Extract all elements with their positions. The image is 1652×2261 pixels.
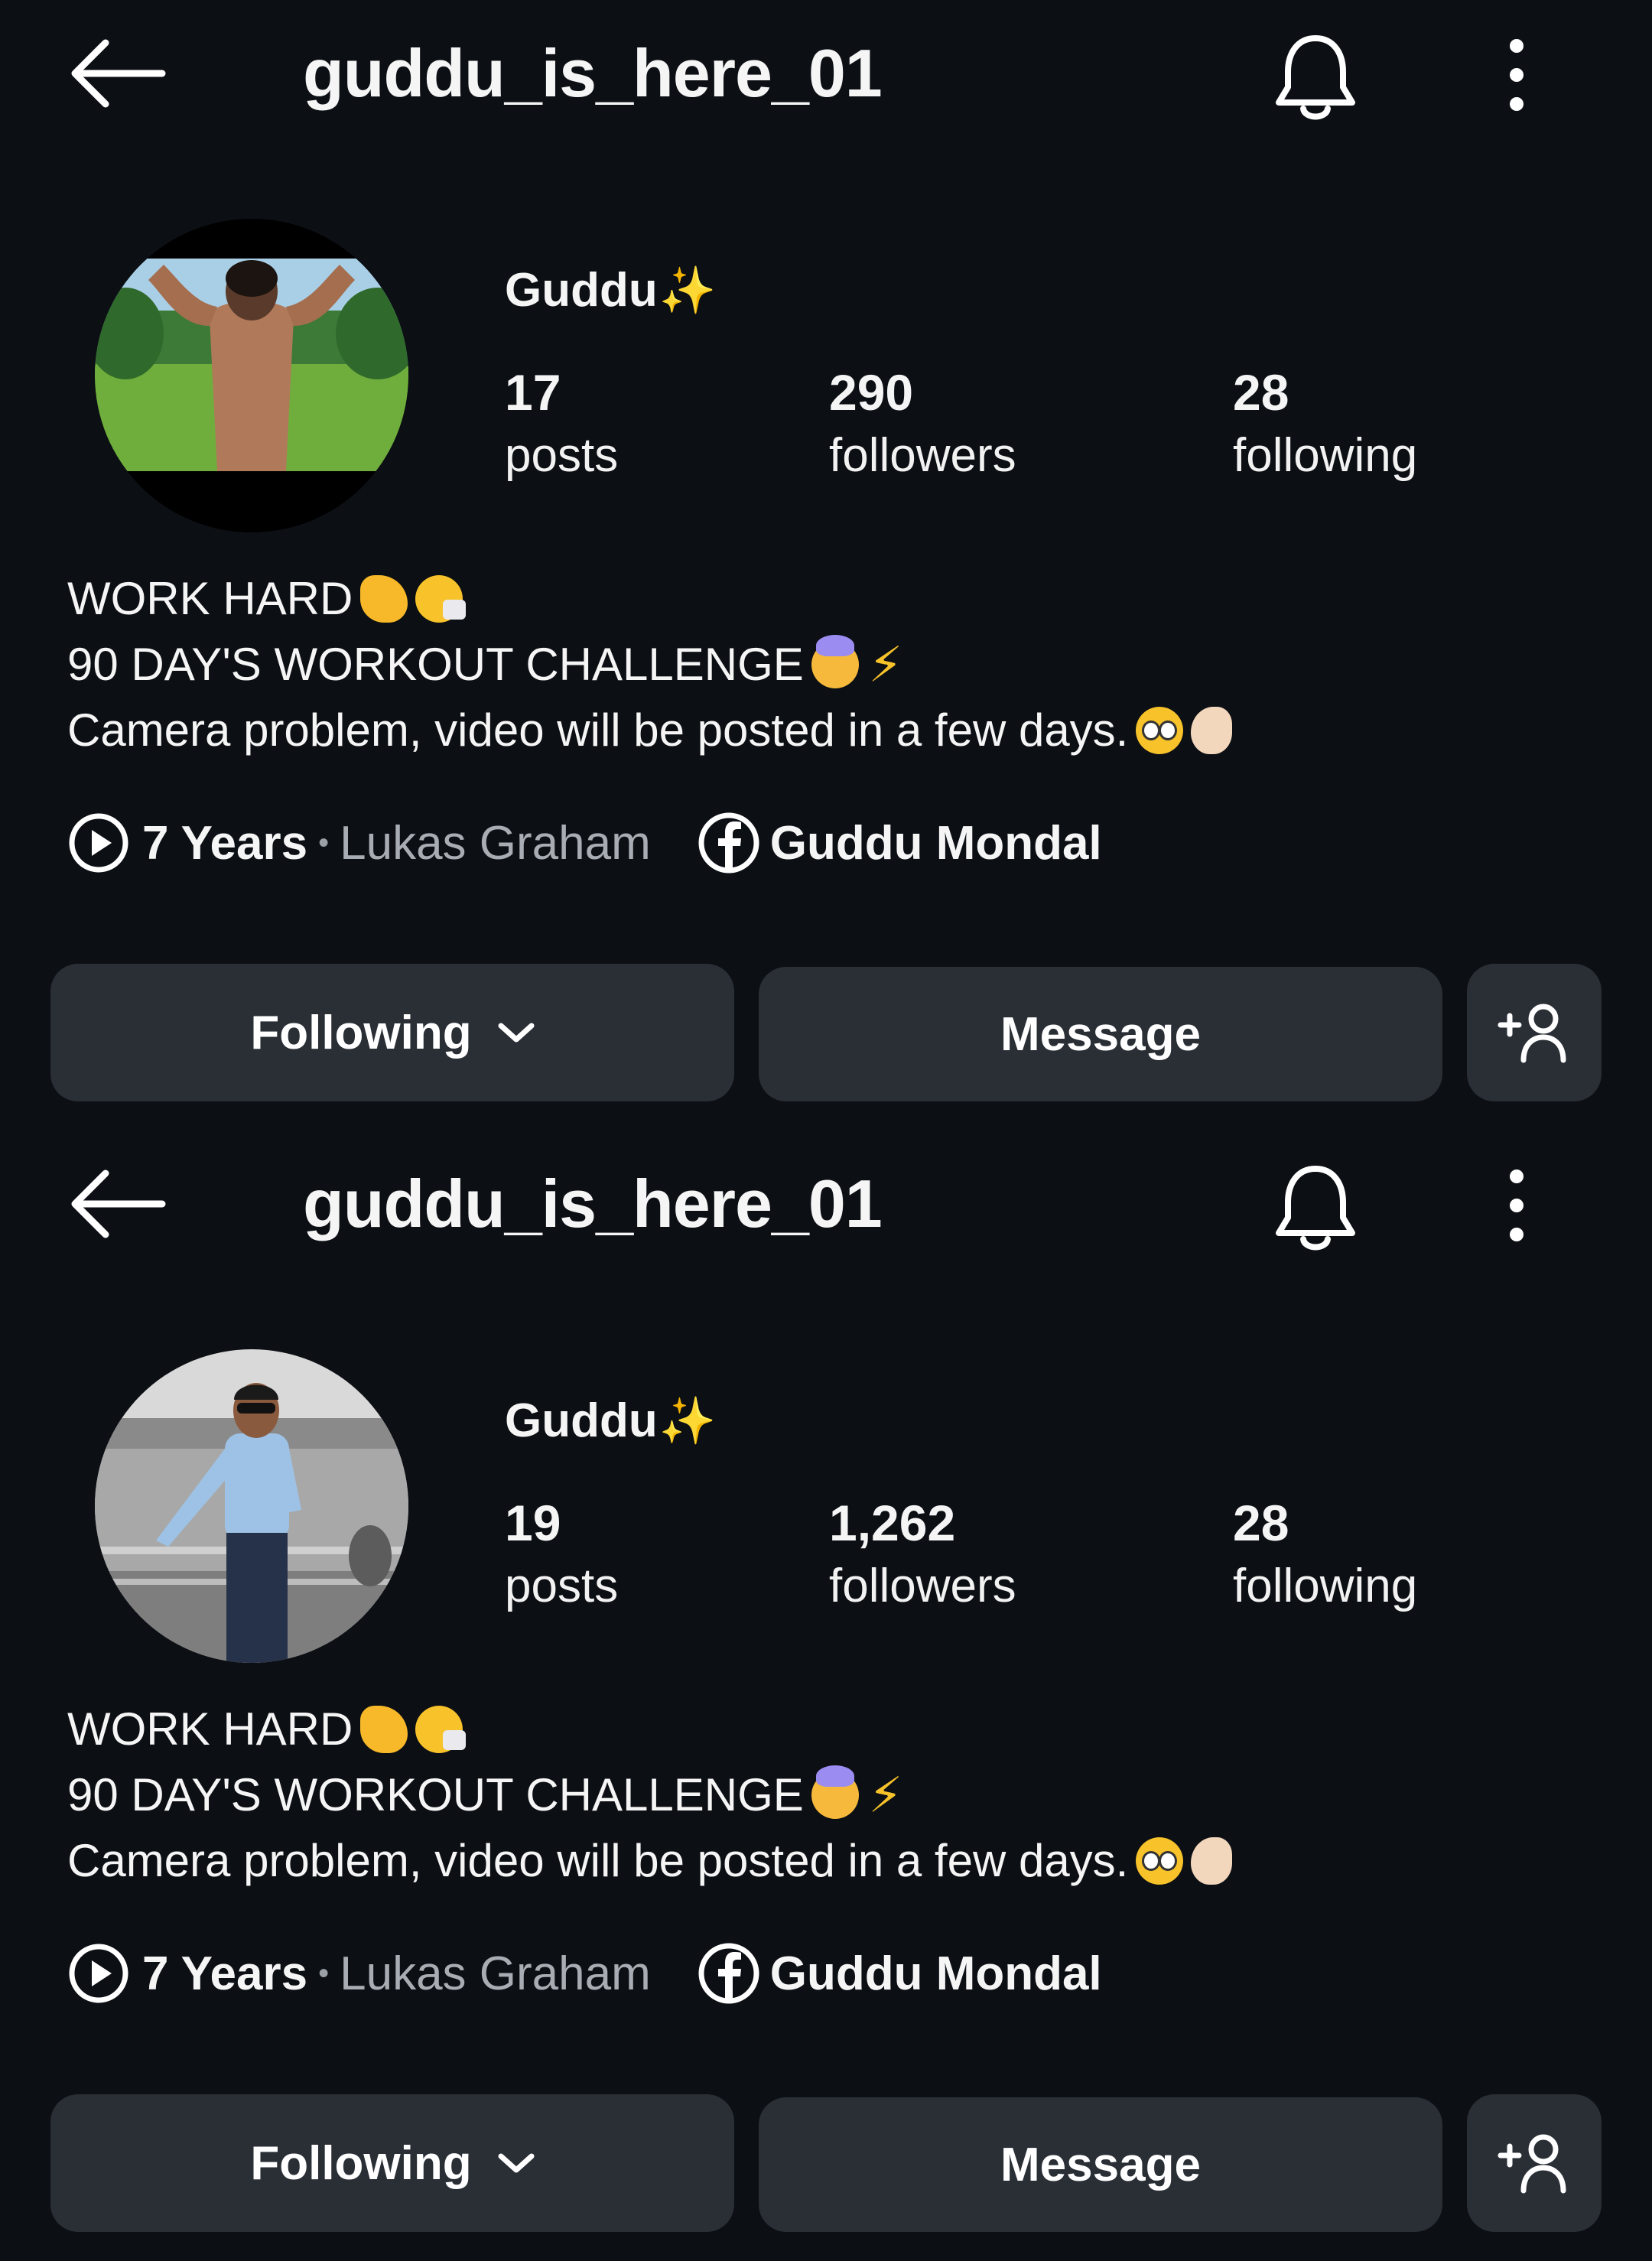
bio-line: WORK HARD [67, 573, 353, 624]
music-song[interactable]: 7 Years [142, 1947, 307, 2001]
display-name: Guddu✨ [505, 1394, 717, 1447]
followers-count[interactable]: 1,262 followers [829, 1490, 1016, 1617]
pinching-hand-emoji [1191, 707, 1233, 754]
separator: • [318, 825, 330, 860]
sparkle-emoji: ✨ [659, 1395, 717, 1446]
bio-line: 90 DAY'S WORKOUT CHALLENGE [67, 1769, 804, 1820]
facebook-link[interactable]: Guddu Mondal [770, 816, 1102, 870]
facebook-link[interactable]: Guddu Mondal [770, 1947, 1102, 2001]
bio-line: 90 DAY'S WORKOUT CHALLENGE [67, 639, 804, 690]
profile-photo [95, 1349, 408, 1663]
profile-photo [95, 219, 408, 532]
bio: WORK HARD 90 DAY'S WORKOUT CHALLENGE ⚡ Ca… [67, 1697, 1233, 1894]
avatar[interactable] [95, 219, 408, 532]
chevron-down-icon [498, 1023, 535, 1043]
back-arrow-icon[interactable] [67, 1166, 167, 1242]
posts-count[interactable]: 17 posts [505, 359, 618, 486]
bio-line: Camera problem, video will be posted in … [67, 1835, 1129, 1886]
play-icon[interactable] [67, 1942, 130, 2005]
lightning-emoji: ⚡ [868, 1768, 903, 1823]
message-button[interactable]: Message [759, 2097, 1442, 2232]
add-user-icon [1498, 1004, 1566, 1063]
display-name: Guddu✨ [505, 264, 717, 317]
profile-screen-1: guddu_is_here_01 Guddu✨ 17 posts 290 fol… [0, 0, 1652, 1130]
pleading-face-emoji [1136, 707, 1184, 754]
sneezing-face-emoji [415, 575, 467, 623]
more-options-icon[interactable] [1498, 37, 1536, 113]
username-title: guddu_is_here_01 [303, 1166, 883, 1241]
exploding-head-emoji [811, 1765, 859, 1819]
profile-links: 7 Years • Lukas Graham Guddu Mondal [67, 1943, 1102, 2004]
music-song[interactable]: 7 Years [142, 816, 307, 870]
bio-line: WORK HARD [67, 1703, 353, 1755]
play-icon[interactable] [67, 812, 130, 874]
followers-count[interactable]: 290 followers [829, 359, 1016, 486]
following-button[interactable]: Following [50, 2094, 734, 2232]
more-options-icon[interactable] [1498, 1167, 1536, 1244]
add-user-button[interactable] [1467, 2094, 1602, 2232]
separator: • [318, 1956, 330, 1990]
pleading-face-emoji [1136, 1837, 1184, 1885]
music-artist[interactable]: Lukas Graham [340, 816, 651, 870]
chevron-down-icon [498, 2153, 535, 2173]
back-arrow-icon[interactable] [67, 35, 167, 112]
following-count[interactable]: 28 following [1233, 1490, 1417, 1617]
profile-screen-2: guddu_is_here_01 Guddu✨ 19 posts 1,262 f… [0, 1130, 1652, 2261]
bio: WORK HARD 90 DAY'S WORKOUT CHALLENGE ⚡ Ca… [67, 566, 1233, 763]
sneezing-face-emoji [415, 1706, 467, 1753]
sparkle-emoji: ✨ [659, 265, 717, 316]
avatar[interactable] [95, 1349, 408, 1663]
flexed-biceps-emoji [360, 1706, 408, 1753]
flexed-biceps-emoji [360, 575, 408, 623]
add-user-icon [1498, 2134, 1566, 2194]
profile-links: 7 Years • Lukas Graham Guddu Mondal [67, 812, 1102, 873]
music-artist[interactable]: Lukas Graham [340, 1947, 651, 2001]
exploding-head-emoji [811, 635, 859, 688]
bell-icon[interactable] [1270, 1160, 1361, 1254]
facebook-icon[interactable] [697, 811, 761, 875]
following-count[interactable]: 28 following [1233, 359, 1417, 486]
bio-line: Camera problem, video will be posted in … [67, 704, 1129, 756]
add-user-button[interactable] [1467, 964, 1602, 1101]
username-title: guddu_is_here_01 [303, 35, 883, 111]
following-button[interactable]: Following [50, 964, 734, 1101]
posts-count[interactable]: 19 posts [505, 1490, 618, 1617]
lightning-emoji: ⚡ [868, 637, 903, 692]
bell-icon[interactable] [1270, 29, 1361, 124]
pinching-hand-emoji [1191, 1837, 1233, 1885]
message-button[interactable]: Message [759, 967, 1442, 1101]
facebook-icon[interactable] [697, 1941, 761, 2006]
